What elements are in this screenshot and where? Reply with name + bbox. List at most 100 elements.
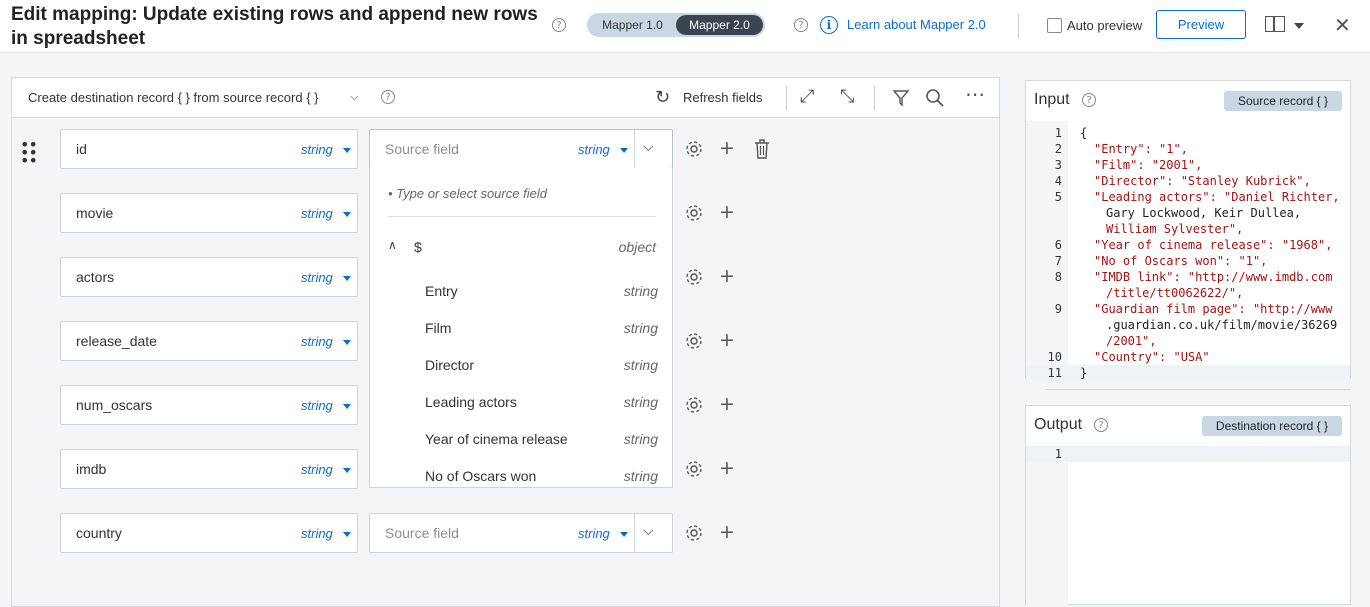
input-panel: Input ? Source record { } 1{2 "Entry": "1… (1025, 80, 1351, 381)
code-line: 2 "Entry": "1", (1026, 141, 1350, 157)
line-number: 11 (1047, 366, 1062, 380)
source-field-placeholder: Source field (385, 141, 459, 157)
data-type-selector[interactable]: string (301, 334, 333, 349)
dropdown-item[interactable]: Year of cinema release string (370, 422, 672, 459)
dropdown-item[interactable]: Entry string (370, 274, 672, 311)
source-field-placeholder: Source field (385, 525, 459, 541)
more-options-icon[interactable]: ⋯ (965, 82, 985, 106)
search-icon[interactable] (925, 88, 945, 108)
add-row-icon[interactable]: + (719, 522, 735, 542)
help-icon[interactable]: ? (552, 18, 566, 32)
chevron-down-icon[interactable]: ⌵ (643, 523, 654, 539)
code-text: "Film": "2001", (1094, 157, 1202, 173)
json-key: "IMDB link" (1094, 270, 1174, 284)
add-row-icon[interactable]: + (719, 138, 735, 158)
settings-gear-icon[interactable] (684, 139, 704, 159)
help-icon[interactable]: ? (794, 18, 808, 32)
data-type-selector[interactable]: string (301, 526, 333, 541)
destination-field-release-date[interactable]: release_date string (60, 321, 358, 361)
panel-splitter[interactable] (1045, 389, 1351, 390)
mapper-version-toggle[interactable]: Mapper 1.0 Mapper 2.0 (587, 13, 765, 37)
destination-field-actors[interactable]: actors string (60, 257, 358, 297)
chevron-down-icon[interactable] (620, 148, 628, 153)
filter-icon[interactable] (892, 89, 910, 107)
drag-handle-icon[interactable]: •• •• •• (20, 137, 38, 169)
destination-field-name: movie (76, 205, 114, 221)
settings-gear-icon[interactable] (684, 203, 704, 223)
source-field-input[interactable]: Source field string ⌵ (369, 513, 673, 553)
dropdown-item[interactable]: No of Oscars won string (370, 459, 672, 487)
chevron-down-icon[interactable] (620, 532, 628, 537)
chevron-down-icon[interactable] (343, 340, 351, 345)
input-code-editor[interactable]: 1{2 "Entry": "1", 3 "Film": "2001", 4 "Direct… (1026, 121, 1350, 381)
add-row-icon[interactable]: + (719, 330, 735, 350)
layout-icon[interactable] (1265, 16, 1285, 32)
dropdown-item[interactable]: Director string (370, 348, 672, 385)
destination-field-name: actors (76, 269, 115, 285)
preview-button[interactable]: Preview (1156, 10, 1246, 39)
json-key: "Director" (1094, 174, 1167, 188)
chevron-down-icon[interactable] (343, 532, 351, 537)
settings-gear-icon[interactable] (684, 523, 704, 543)
data-type-selector[interactable]: string (301, 206, 333, 221)
dropdown-root[interactable]: $ (414, 239, 422, 255)
divider (388, 216, 656, 217)
settings-gear-icon[interactable] (684, 459, 704, 479)
auto-preview-checkbox[interactable] (1047, 18, 1062, 33)
settings-gear-icon[interactable] (684, 395, 704, 415)
chevron-down-icon[interactable] (1294, 23, 1304, 29)
chevron-down-icon[interactable] (343, 212, 351, 217)
destination-field-name: num_oscars (76, 397, 153, 413)
help-icon[interactable]: ? (1082, 93, 1096, 107)
collapse-icon[interactable]: ⤡ (840, 86, 854, 107)
mapper-v1-option[interactable]: Mapper 1.0 (589, 15, 676, 35)
chevron-up-icon[interactable]: ⌵ (643, 139, 654, 155)
chevron-down-icon[interactable] (343, 404, 351, 409)
dropdown-hint: • Type or select source field (388, 186, 547, 201)
settings-gear-icon[interactable] (684, 267, 704, 287)
refresh-icon[interactable]: ↻ (655, 87, 670, 108)
code-text: "Guardian film page": "http://www (1094, 301, 1332, 317)
data-type-selector[interactable]: string (578, 142, 610, 157)
code-line: /2001", (1026, 333, 1350, 349)
source-field-input[interactable]: Source field string ⌵ (369, 129, 673, 169)
destination-field-id[interactable]: id string (60, 129, 358, 169)
mapper-v2-option[interactable]: Mapper 2.0 (676, 15, 763, 35)
add-row-icon[interactable]: + (719, 202, 735, 222)
destination-field-movie[interactable]: movie string (60, 193, 358, 233)
close-icon[interactable]: ✕ (1334, 15, 1351, 35)
add-row-icon[interactable]: + (719, 266, 735, 286)
header: Edit mapping: Update existing rows and a… (0, 0, 1370, 53)
add-row-icon[interactable]: + (719, 458, 735, 478)
data-type-selector[interactable]: string (578, 526, 610, 541)
dropdown-item[interactable]: Leading actors string (370, 385, 672, 422)
delete-icon[interactable] (752, 138, 772, 160)
record-mapping-selector[interactable]: Create destination record { } from sourc… (28, 90, 319, 105)
destination-record-badge: Destination record { } (1201, 416, 1342, 436)
data-type-selector[interactable]: string (301, 398, 333, 413)
help-icon[interactable]: ? (1094, 418, 1108, 432)
expand-icon[interactable]: ⤢ (800, 86, 814, 107)
output-panel: Output ? Destination record { } 1 (1025, 405, 1351, 606)
refresh-fields-button[interactable]: Refresh fields (683, 90, 762, 105)
destination-field-country[interactable]: country string (60, 513, 358, 553)
chevron-down-icon[interactable] (343, 148, 351, 153)
destination-field-imdb[interactable]: imdb string (60, 449, 358, 489)
output-code-editor[interactable]: 1 (1026, 446, 1350, 606)
data-type-selector[interactable]: string (301, 462, 333, 477)
data-type-selector[interactable]: string (301, 142, 333, 157)
learn-mapper-link[interactable]: Learn about Mapper 2.0 (847, 17, 986, 32)
json-value: : "http://www (1238, 302, 1333, 316)
dropdown-item[interactable]: Film string (370, 311, 672, 348)
data-type-selector[interactable]: string (301, 270, 333, 285)
code-text: "Director": "Stanley Kubrick", (1094, 173, 1311, 189)
chevron-down-icon[interactable]: ⌵ (350, 90, 358, 104)
help-icon[interactable]: ? (381, 90, 395, 104)
chevron-down-icon[interactable] (343, 468, 351, 473)
settings-gear-icon[interactable] (684, 331, 704, 351)
destination-field-num-oscars[interactable]: num_oscars string (60, 385, 358, 425)
chevron-up-icon[interactable]: ∧ (388, 238, 397, 252)
add-row-icon[interactable]: + (719, 394, 735, 414)
page-title: Edit mapping: Update existing rows and a… (11, 4, 538, 49)
chevron-down-icon[interactable] (343, 276, 351, 281)
